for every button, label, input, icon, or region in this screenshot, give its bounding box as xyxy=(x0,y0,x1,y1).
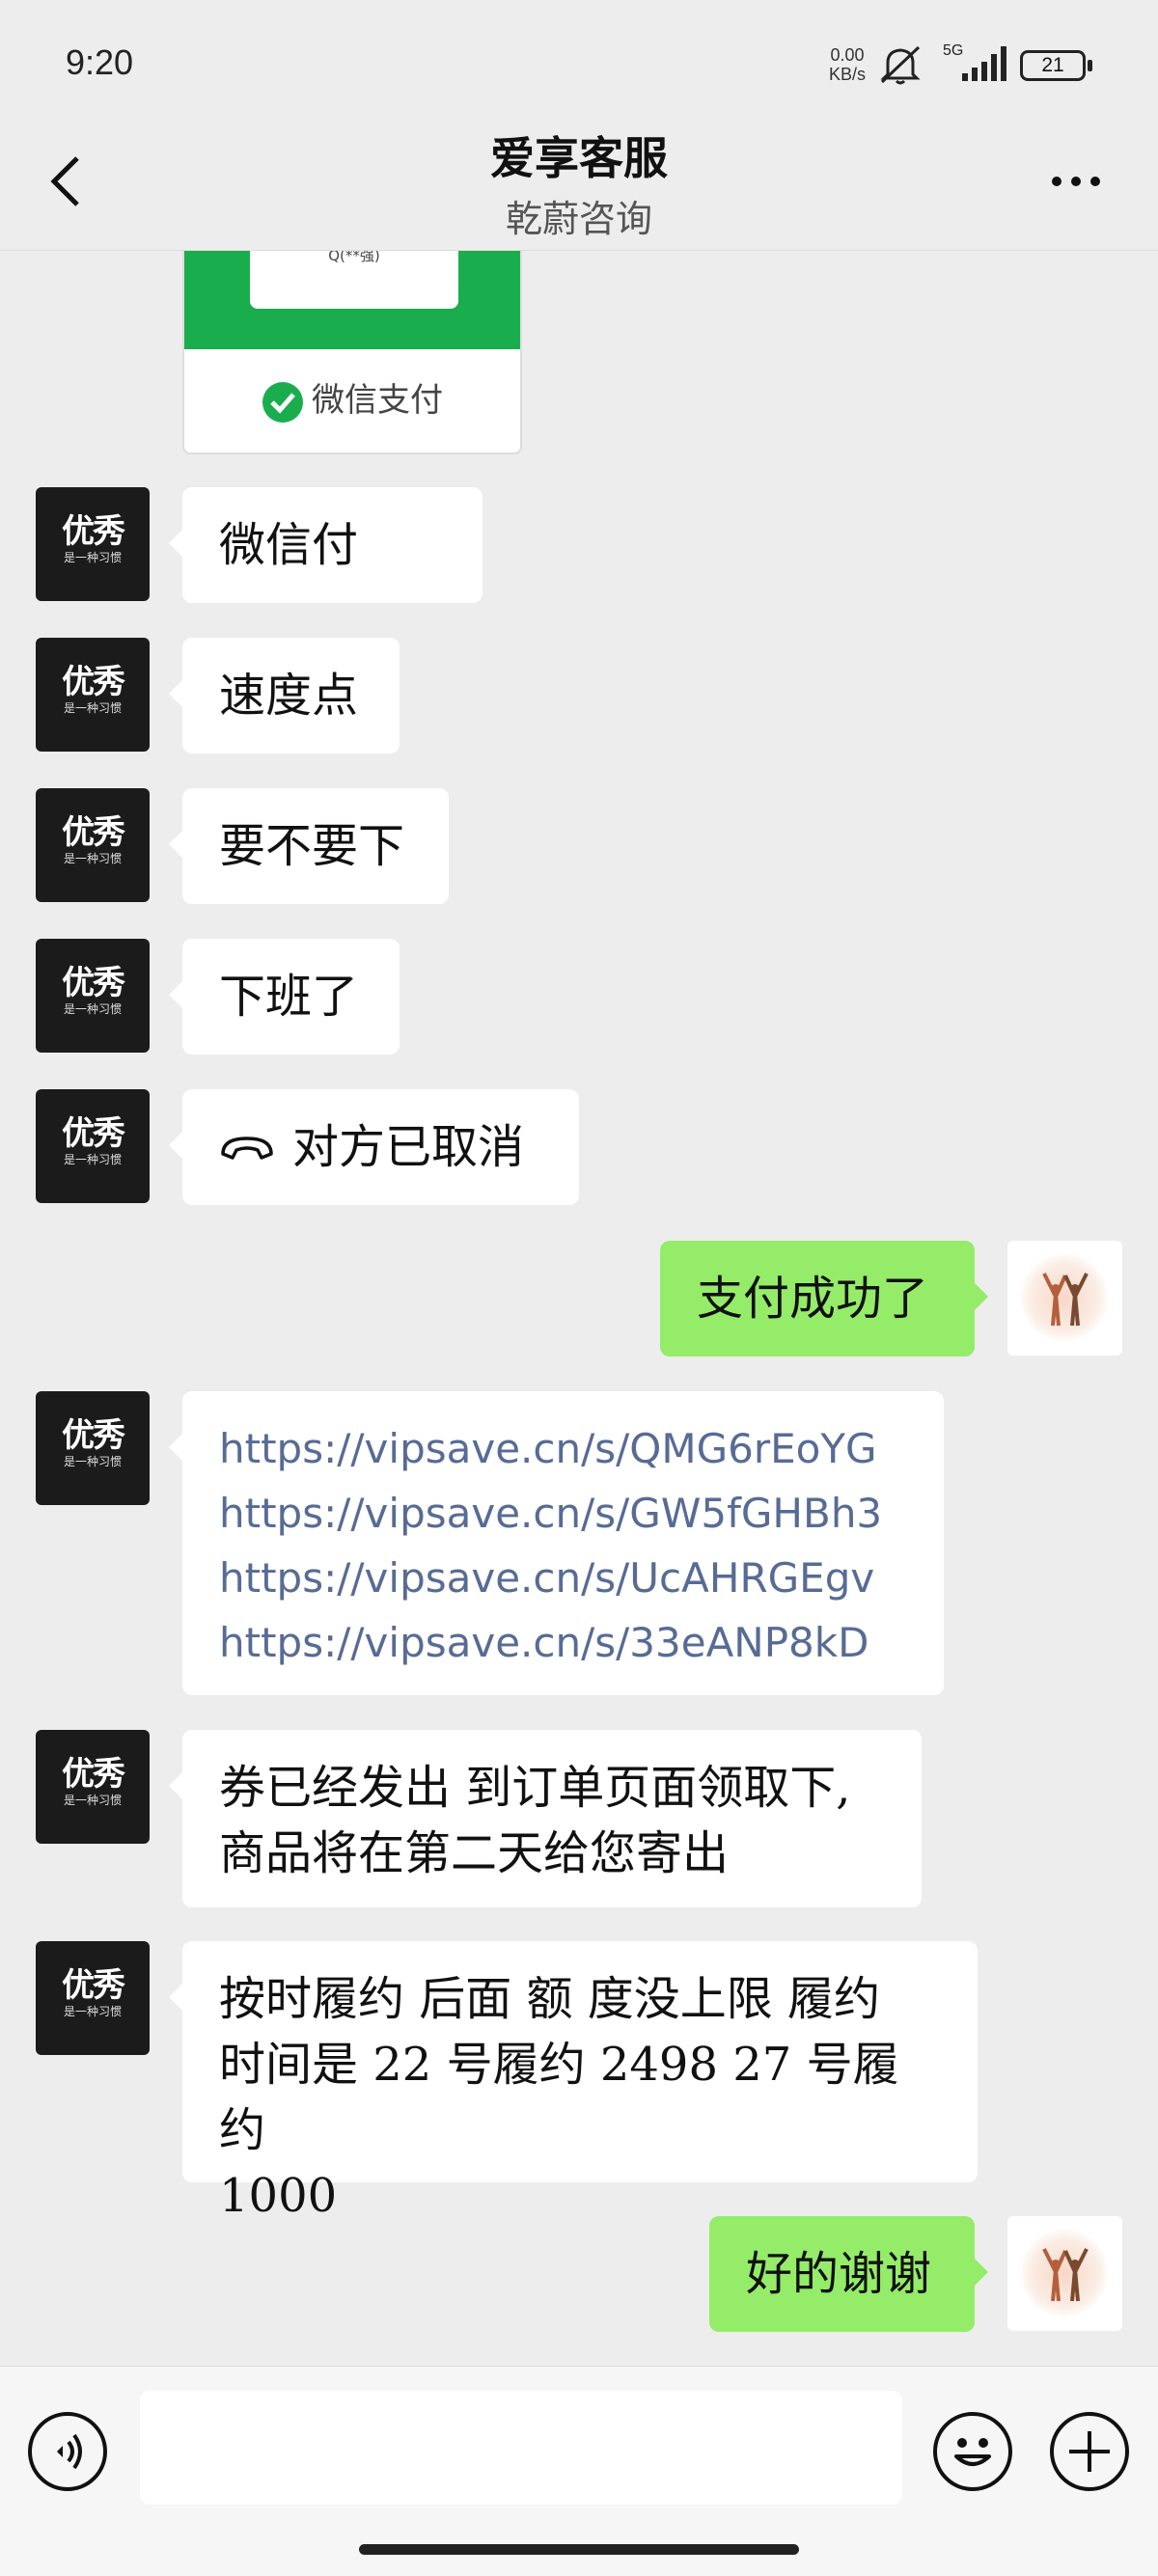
contact-avatar[interactable]: 优秀 是一种习惯 xyxy=(36,487,150,601)
message-link[interactable]: https://vipsave.cn/s/QMG6rEoYG xyxy=(219,1416,915,1481)
emoji-icon[interactable] xyxy=(933,2412,1012,2491)
call-cancelled-bubble[interactable]: 对方已取消 xyxy=(169,1089,579,1205)
avatar-subtext: 是一种习惯 xyxy=(63,1455,122,1468)
battery-icon: 21 xyxy=(1020,50,1092,81)
status-time: 9:20 xyxy=(66,42,134,82)
avatar-text: 优秀 xyxy=(62,1416,125,1455)
net-speed: 0.00 KB/s xyxy=(823,45,871,84)
pay-card-code-box: Q(**强) xyxy=(250,251,458,309)
status-bar: 9:20 0.00 KB/s 5G 21 xyxy=(0,0,1158,130)
my-avatar[interactable] xyxy=(1007,1241,1122,1356)
message-bubble[interactable]: 微信付 138 xyxy=(169,487,482,688)
avatar-text: 优秀 xyxy=(62,1966,125,2005)
contact-avatar[interactable]: 优秀 是一种习惯 xyxy=(36,788,150,902)
pay-card-footer: 微信支付 xyxy=(184,367,520,434)
avatar-subtext: 是一种习惯 xyxy=(63,1002,122,1016)
message-line: 时间是 22 号履约 2498 27 号履约 xyxy=(219,2038,899,2157)
net-speed-value: 0.00 xyxy=(830,45,865,65)
message-line: 券已经发出 到订单页面领取下, xyxy=(219,1761,851,1815)
more-icon[interactable] xyxy=(1042,170,1110,193)
message-bubble[interactable]: 按时履约 后面 额 度没上限 履约 时间是 22 号履约 2498 27 号履约… xyxy=(169,1941,978,2223)
voice-icon[interactable] xyxy=(28,2412,107,2491)
avatar-subtext: 是一种习惯 xyxy=(63,551,122,564)
message-line: 按时履约 后面 额 度没上限 履约 xyxy=(219,1972,881,2026)
input-bar xyxy=(0,2366,1158,2576)
avatar-text: 优秀 xyxy=(62,663,125,701)
message-bubble[interactable]: 速度点 xyxy=(169,638,400,754)
chat-subtitle: 乾蔚咨询 xyxy=(505,198,652,240)
call-icon xyxy=(221,1136,273,1160)
plus-icon[interactable] xyxy=(1050,2412,1129,2491)
wechat-pay-card[interactable]: Q(**强) 微信支付 xyxy=(182,251,522,454)
avatar-subtext: 是一种习惯 xyxy=(63,701,122,715)
signal-icon: 5G xyxy=(943,42,1006,81)
contact-avatar[interactable]: 优秀 是一种习惯 xyxy=(36,1089,150,1203)
avatar-text: 优秀 xyxy=(62,1114,125,1153)
my-message-bubble[interactable]: 支付成功了 xyxy=(660,1241,988,1357)
message-link[interactable]: https://vipsave.cn/s/UcAHRGEgv xyxy=(219,1546,915,1610)
avatar-text: 优秀 xyxy=(62,512,125,551)
my-message-bubble[interactable]: 好的谢谢 xyxy=(709,2216,988,2332)
my-avatar[interactable] xyxy=(1007,2216,1122,2331)
contact-avatar[interactable]: 优秀 是一种习惯 xyxy=(36,638,150,752)
avatar-text: 优秀 xyxy=(62,1755,125,1794)
bell-off-icon xyxy=(880,45,921,85)
message-link[interactable]: https://vipsave.cn/s/33eANP8kD xyxy=(219,1610,915,1675)
avatar-subtext: 是一种习惯 xyxy=(63,1153,122,1166)
contact-avatar[interactable]: 优秀 是一种习惯 xyxy=(36,1730,150,1844)
avatar-text: 优秀 xyxy=(62,813,125,852)
chat-title: 爱享客服 xyxy=(490,132,668,184)
avatar-text: 优秀 xyxy=(62,964,125,1002)
message-bubble[interactable]: 要不要下 xyxy=(169,788,449,904)
chat-header: 爱享客服 乾蔚咨询 xyxy=(0,114,1158,251)
avatar-subtext: 是一种习惯 xyxy=(63,2005,122,2018)
pay-card-label: 微信支付 xyxy=(312,381,443,420)
wechat-pay-icon xyxy=(262,381,303,423)
contact-avatar[interactable]: 优秀 是一种习惯 xyxy=(36,1941,150,2055)
message-bubble[interactable]: 券已经发出 到订单页面领取下, 商品将在第二天给您寄出 xyxy=(169,1730,922,1907)
avatar-figures-icon xyxy=(1042,2248,1089,2302)
avatar-figures-icon xyxy=(1042,1273,1089,1327)
message-link[interactable]: https://vipsave.cn/s/GW5fGHBh3 xyxy=(219,1481,915,1546)
net-speed-unit: KB/s xyxy=(828,65,866,84)
contact-avatar[interactable]: 优秀 是一种习惯 xyxy=(36,1391,150,1505)
links-message-bubble[interactable]: https://vipsave.cn/s/QMG6rEoYG https://v… xyxy=(169,1391,944,1695)
message-bubble[interactable]: 下班了 xyxy=(169,939,400,1055)
chat-messages[interactable]: Q(**强) 微信支付 优秀 是一种习惯 微信付 138 优秀 是一种习惯 速度… xyxy=(0,251,1158,2364)
contact-avatar[interactable]: 优秀 是一种习惯 xyxy=(36,939,150,1053)
avatar-subtext: 是一种习惯 xyxy=(63,852,122,865)
pay-card-code-text: Q(**强) xyxy=(328,251,380,264)
home-indicator[interactable] xyxy=(359,2544,799,2555)
message-input[interactable] xyxy=(140,2391,902,2505)
message-line: 商品将在第二天给您寄出 xyxy=(219,1826,730,1880)
call-status-text: 对方已取消 xyxy=(292,1120,525,1174)
network-label: 5G xyxy=(943,42,963,59)
battery-level: 21 xyxy=(1041,54,1064,76)
avatar-subtext: 是一种习惯 xyxy=(63,1794,122,1807)
